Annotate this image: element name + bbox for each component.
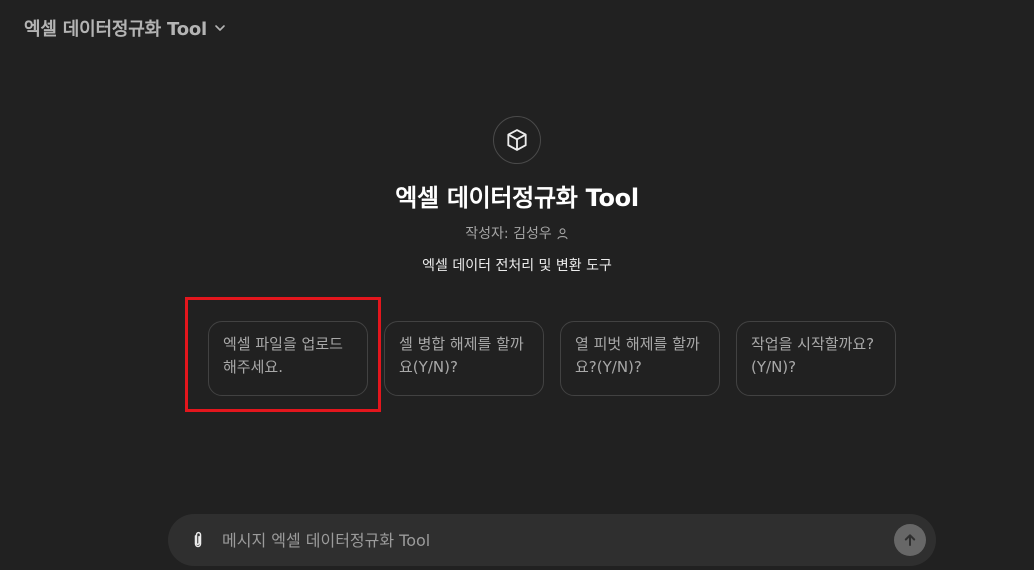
send-button[interactable] (894, 524, 926, 556)
author-line: 작성자: 김성우 (465, 223, 568, 243)
model-name: 엑셀 데이터정규화 Tool (24, 19, 208, 40)
message-composer (168, 514, 936, 566)
author-name: 작성자: 김성우 (465, 226, 552, 242)
starter-start-task[interactable]: 작업을 시작할까요?(Y/N)? (736, 321, 896, 396)
paperclip-icon (194, 531, 202, 548)
starter-upload-file[interactable]: 엑셀 파일을 업로드해주세요. (208, 321, 368, 396)
conversation-starters: 엑셀 파일을 업로드해주세요. 셀 병합 해제를 할까요(Y/N)? 열 피벗 … (208, 321, 896, 396)
attach-button[interactable] (184, 526, 212, 554)
starter-unmerge-cells[interactable]: 셀 병합 해제를 할까요(Y/N)? (384, 321, 544, 396)
gpt-avatar (493, 116, 541, 164)
chat-page: 엑셀 데이터정규화 Tool 엑셀 데이터정규화 Tool 작성자: 김성우 엑… (0, 0, 1034, 570)
person-icon (557, 227, 568, 239)
gpt-title: 엑셀 데이터정규화 Tool (395, 184, 639, 212)
starter-unpivot-columns[interactable]: 열 피벗 해제를 할까요?(Y/N)? (560, 321, 720, 396)
chevron-down-icon (215, 25, 225, 31)
gpt-description: 엑셀 데이터 전처리 및 변환 도구 (422, 258, 612, 274)
cube-icon (507, 129, 527, 151)
message-input[interactable] (220, 524, 894, 556)
arrow-up-icon (904, 534, 916, 546)
model-selector[interactable]: 엑셀 데이터정규화 Tool (16, 12, 235, 44)
gpt-profile: 엑셀 데이터정규화 Tool 작성자: 김성우 엑셀 데이터 전처리 및 변환 … (0, 116, 1034, 275)
